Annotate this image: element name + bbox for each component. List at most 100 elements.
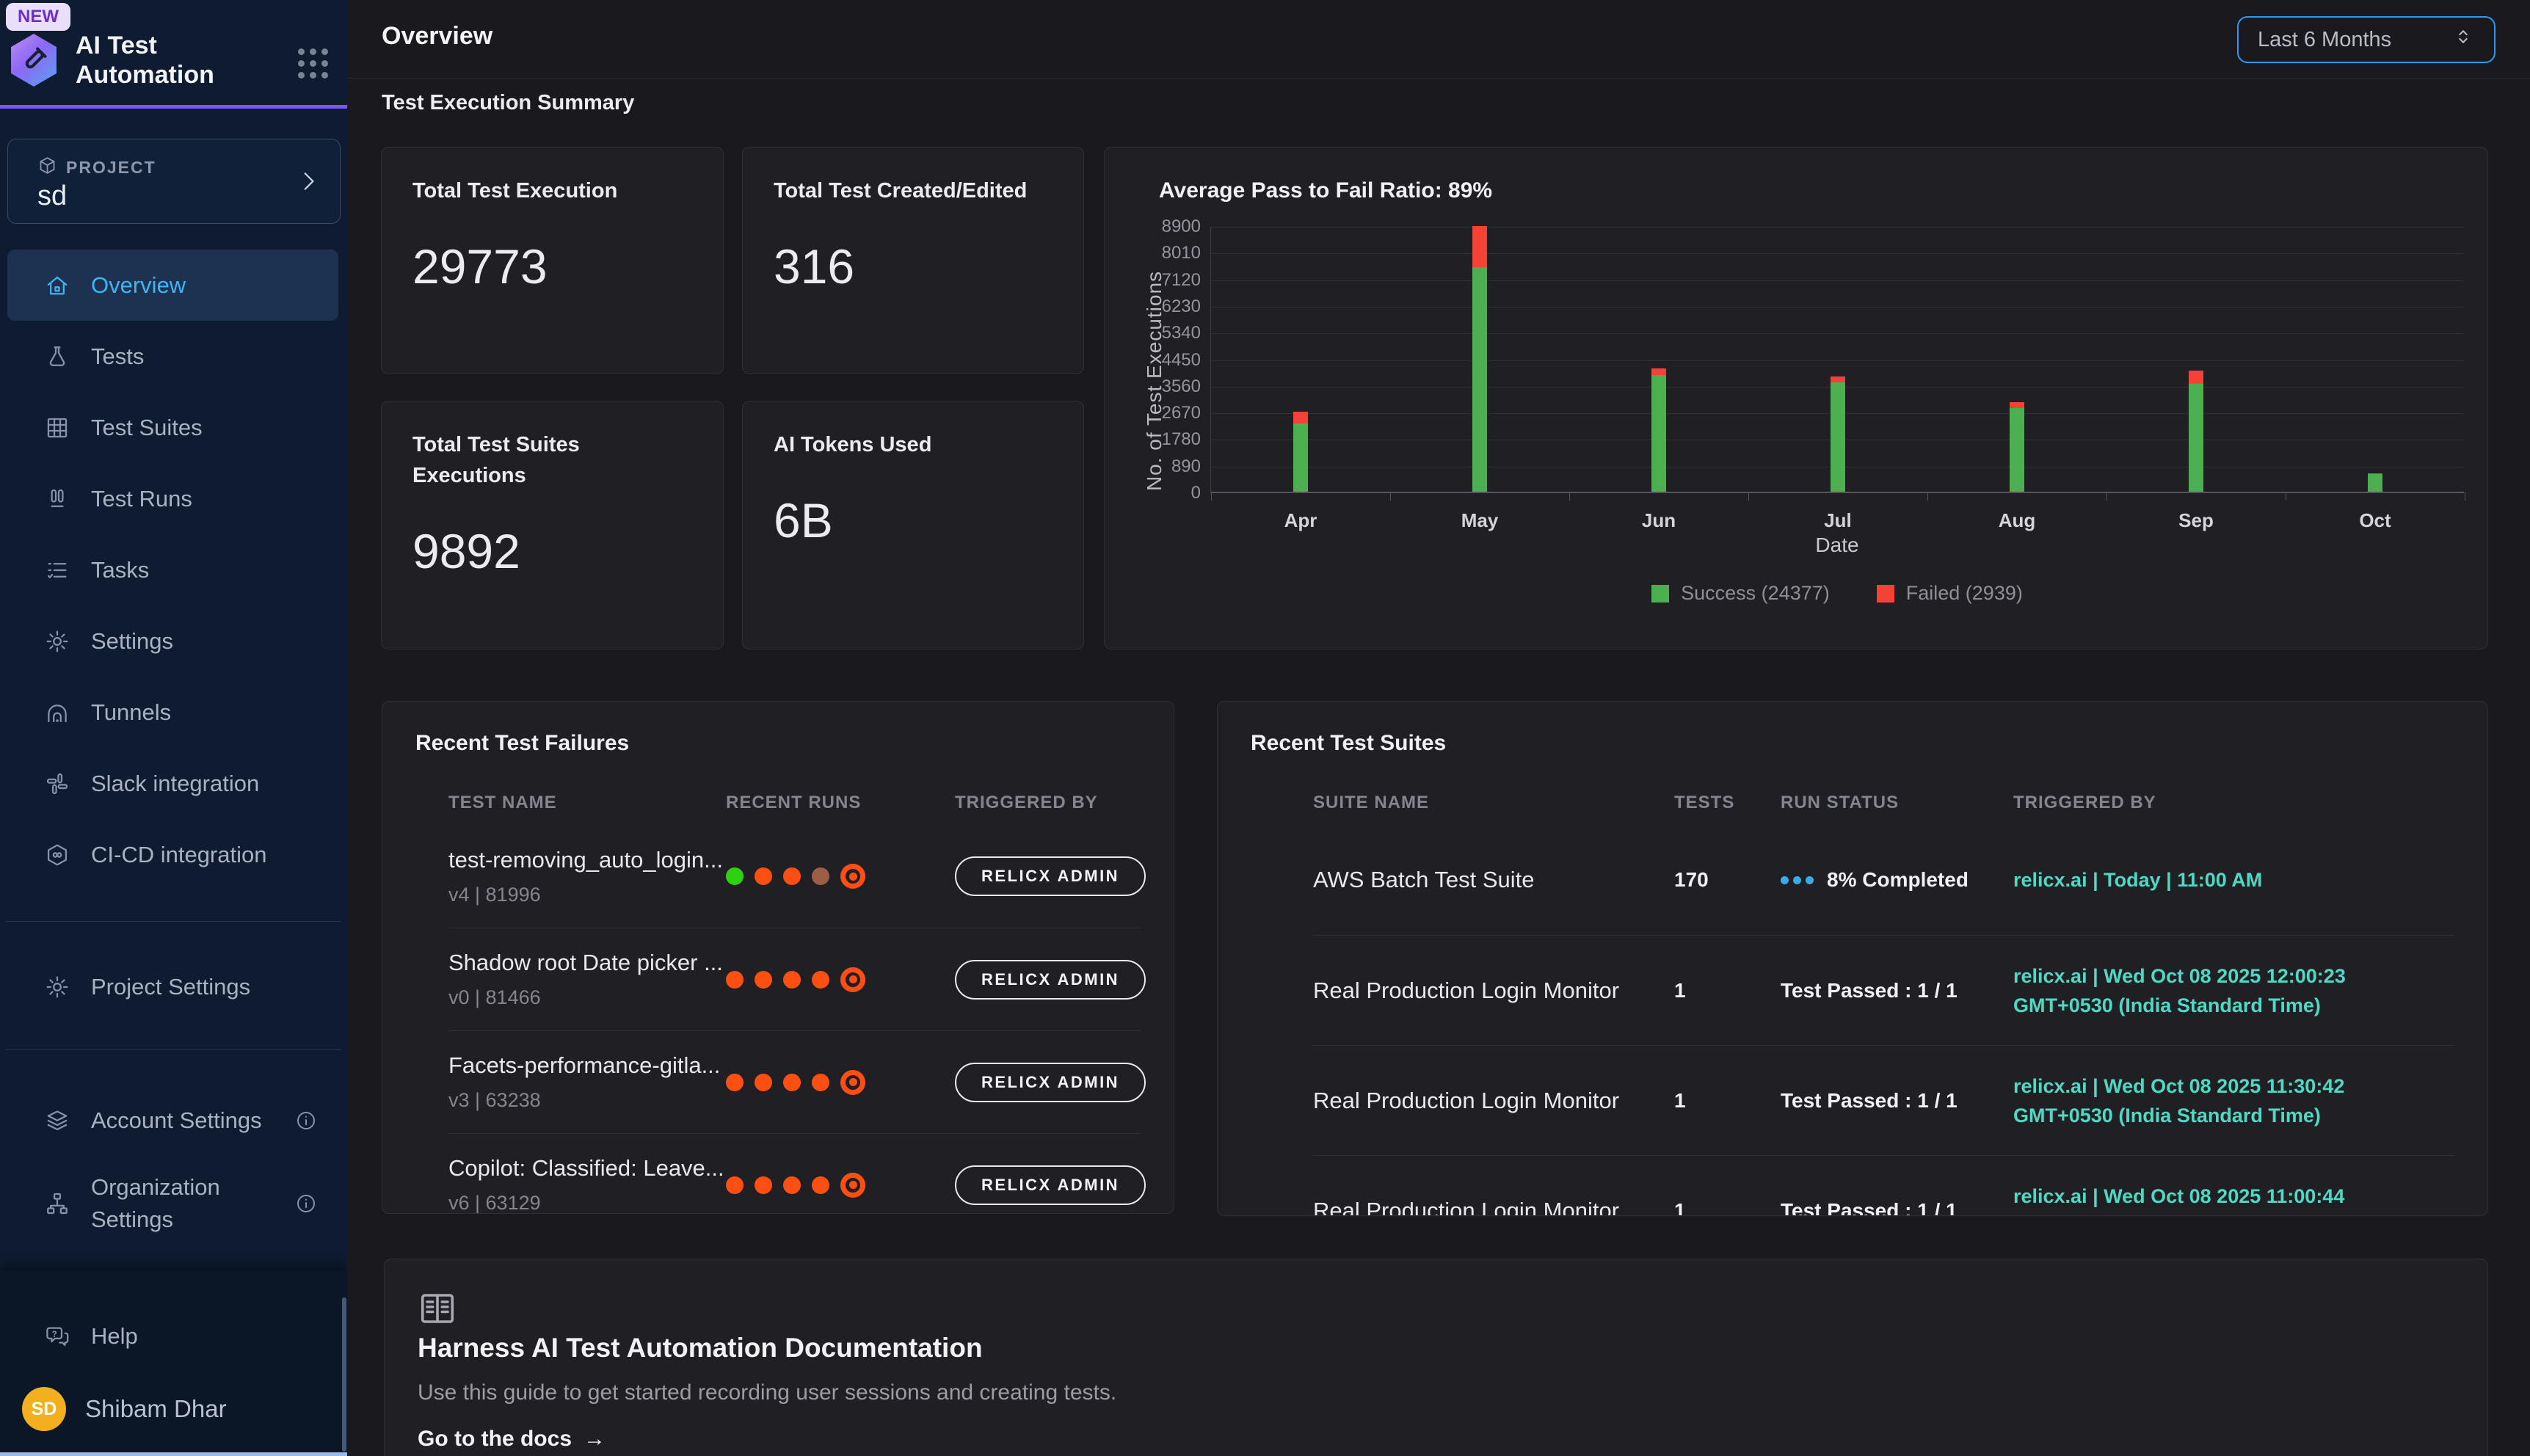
legend-item-failed[interactable]: Failed (2939) [1877, 582, 2023, 605]
sidebar-item-help[interactable]: ?Help [0, 1300, 347, 1372]
legend-swatch [1877, 585, 1894, 603]
sidebar-bottom-scrollbar[interactable] [0, 1452, 347, 1456]
sidebar-item-overview[interactable]: Overview [7, 250, 338, 321]
progress-dots-icon [1781, 876, 1814, 884]
docs-icon [418, 1289, 457, 1332]
info-icon[interactable] [295, 1110, 317, 1132]
column-header: TESTS [1674, 793, 1781, 813]
page-title: Overview [382, 22, 492, 51]
suite-tests-count: 1 [1674, 1199, 1781, 1217]
column-header: TRIGGERED BY [2013, 793, 2454, 813]
test-name[interactable]: Copilot: Classified: Leave... [448, 1155, 726, 1182]
suite-row[interactable]: Real Production Login Monitor1Test Passe… [1313, 1045, 2454, 1155]
sidebar-item-label: Tasks [91, 554, 275, 586]
test-name[interactable]: Facets-performance-gitla... [448, 1052, 726, 1079]
sidebar-item-tests[interactable]: Tests [0, 321, 347, 392]
legend-item-success[interactable]: Success (24377) [1651, 582, 1830, 605]
test-version-id: v4 | 81996 [448, 884, 726, 906]
failure-row[interactable]: Copilot: Classified: Leave...v6 | 63129R… [448, 1133, 1141, 1214]
sidebar-item-project-settings[interactable]: Project Settings [0, 951, 347, 1022]
run-status-dot-orange [783, 867, 801, 885]
sidebar-item-tunnels[interactable]: Tunnels [0, 677, 347, 748]
tasks-icon [44, 558, 70, 583]
bar-aug [2010, 402, 2024, 492]
test-name[interactable]: Shadow root Date picker ... [448, 950, 726, 976]
suite-tests-count: 1 [1674, 979, 1781, 1002]
time-range-select[interactable]: Last 6 Months [2237, 16, 2496, 63]
test-tube-icon [17, 43, 51, 77]
sidebar-header: NEW AI Test Automation [0, 0, 347, 109]
failures-table: TEST NAMERECENT RUNSTRIGGERED BYtest-rem… [448, 781, 1141, 1214]
triggered-by-button[interactable]: RELICX ADMIN [955, 856, 1146, 896]
flask-icon [44, 344, 70, 369]
org-icon [44, 1191, 70, 1216]
apps-grid-icon[interactable] [298, 48, 328, 79]
test-version-id: v3 | 63238 [448, 1089, 726, 1112]
y-tick-label: 8010 [1162, 243, 1201, 263]
suite-row[interactable]: Real Production Login Monitor1Test Passe… [1313, 1155, 2454, 1216]
run-status-text: Test Passed : 1 / 1 [1781, 979, 1958, 1002]
run-status-dot-green [726, 867, 744, 885]
failure-row[interactable]: Facets-performance-gitla...v3 | 63238REL… [448, 1030, 1141, 1133]
stat-card-total-test-suites-executions: Total Test Suites Executions9892 [381, 401, 724, 649]
docs-link[interactable]: Go to the docs → [418, 1427, 606, 1452]
recent-runs [726, 1070, 955, 1095]
suite-name[interactable]: Real Production Login Monitor [1313, 978, 1674, 1004]
y-tick-label: 2670 [1162, 403, 1201, 423]
run-status-dot-orange [755, 1074, 772, 1091]
sidebar-item-label: Tests [91, 341, 275, 373]
stat-value: 29773 [412, 239, 692, 294]
gridline [1211, 227, 2464, 228]
time-range-value: Last 6 Months [2258, 28, 2451, 52]
project-value: sd [37, 181, 67, 212]
suite-tests-count: 1 [1674, 1089, 1781, 1113]
project-selector[interactable]: PROJECT sd [7, 139, 341, 224]
run-status-dot-orange [783, 1074, 801, 1091]
triggered-by-button[interactable]: RELICX ADMIN [955, 1165, 1146, 1205]
run-status-text: 8% Completed [1827, 868, 1969, 892]
sidebar-item-ci-cd-integration[interactable]: CI-CD integration [0, 819, 347, 890]
sidebar-item-label: Account Settings [91, 1104, 275, 1137]
sidebar-item-organization-settings[interactable]: Organization Settings [0, 1156, 347, 1251]
suite-name[interactable]: AWS Batch Test Suite [1313, 867, 1674, 893]
sidebar-item-test-suites[interactable]: Test Suites [0, 392, 347, 463]
app-title: AI Test Automation [76, 31, 274, 90]
sidebar-item-label: Slack integration [91, 768, 275, 800]
run-status-dot-orange [755, 971, 772, 989]
failure-row[interactable]: test-removing_auto_login...v4 | 81996REL… [448, 825, 1141, 928]
sidebar-item-slack-integration[interactable]: Slack integration [0, 748, 347, 819]
y-tick-label: 3560 [1162, 376, 1201, 397]
new-badge: NEW [6, 3, 70, 31]
sidebar-item-account-settings[interactable]: Account Settings [0, 1085, 347, 1156]
triggered-by-button[interactable]: RELICX ADMIN [955, 960, 1146, 1000]
x-tick-mark [2106, 492, 2107, 500]
column-header: TRIGGERED BY [955, 793, 1141, 813]
success-segment [1651, 375, 1666, 492]
suite-triggered-by: relicx.ai | Wed Oct 08 2025 11:00:44 GMT… [2013, 1174, 2454, 1217]
triggered-by-button[interactable]: RELICX ADMIN [955, 1063, 1146, 1102]
sidebar-scrollbar[interactable] [342, 1297, 346, 1452]
sidebar-item-tasks[interactable]: Tasks [0, 534, 347, 605]
recent-test-suites-card: Recent Test Suites SUITE NAMETESTSRUN ST… [1217, 701, 2488, 1216]
run-status-text: Test Passed : 1 / 1 [1781, 1089, 1958, 1113]
docs-subtitle: Use this guide to get started recording … [418, 1380, 1116, 1405]
runs-icon [44, 487, 70, 512]
test-name[interactable]: test-removing_auto_login... [448, 847, 726, 873]
divider [6, 921, 341, 922]
suite-row[interactable]: AWS Batch Test Suite1708% Completedrelic… [1313, 825, 2454, 935]
layers-icon [44, 1108, 70, 1133]
run-status-dot-orange [812, 1074, 829, 1091]
suite-name[interactable]: Real Production Login Monitor [1313, 1088, 1674, 1114]
user-menu[interactable]: SD Shibam Dhar [22, 1387, 227, 1431]
sidebar-item-test-runs[interactable]: Test Runs [0, 463, 347, 534]
suite-name[interactable]: Real Production Login Monitor [1313, 1198, 1674, 1217]
info-icon[interactable] [295, 1193, 317, 1215]
suite-row[interactable]: Real Production Login Monitor1Test Passe… [1313, 935, 2454, 1045]
y-tick-label: 4450 [1162, 350, 1201, 371]
failure-row[interactable]: Shadow root Date picker ...v0 | 81466REL… [448, 928, 1141, 1030]
suite-triggered-by: relicx.ai | Wed Oct 08 2025 11:30:42 GMT… [2013, 1064, 2454, 1138]
success-segment [1293, 423, 1308, 492]
sidebar-item-settings[interactable]: Settings [0, 605, 347, 677]
stat-value: 6B [774, 492, 1053, 548]
stat-card-total-test-execution: Total Test Execution29773 [381, 147, 724, 374]
